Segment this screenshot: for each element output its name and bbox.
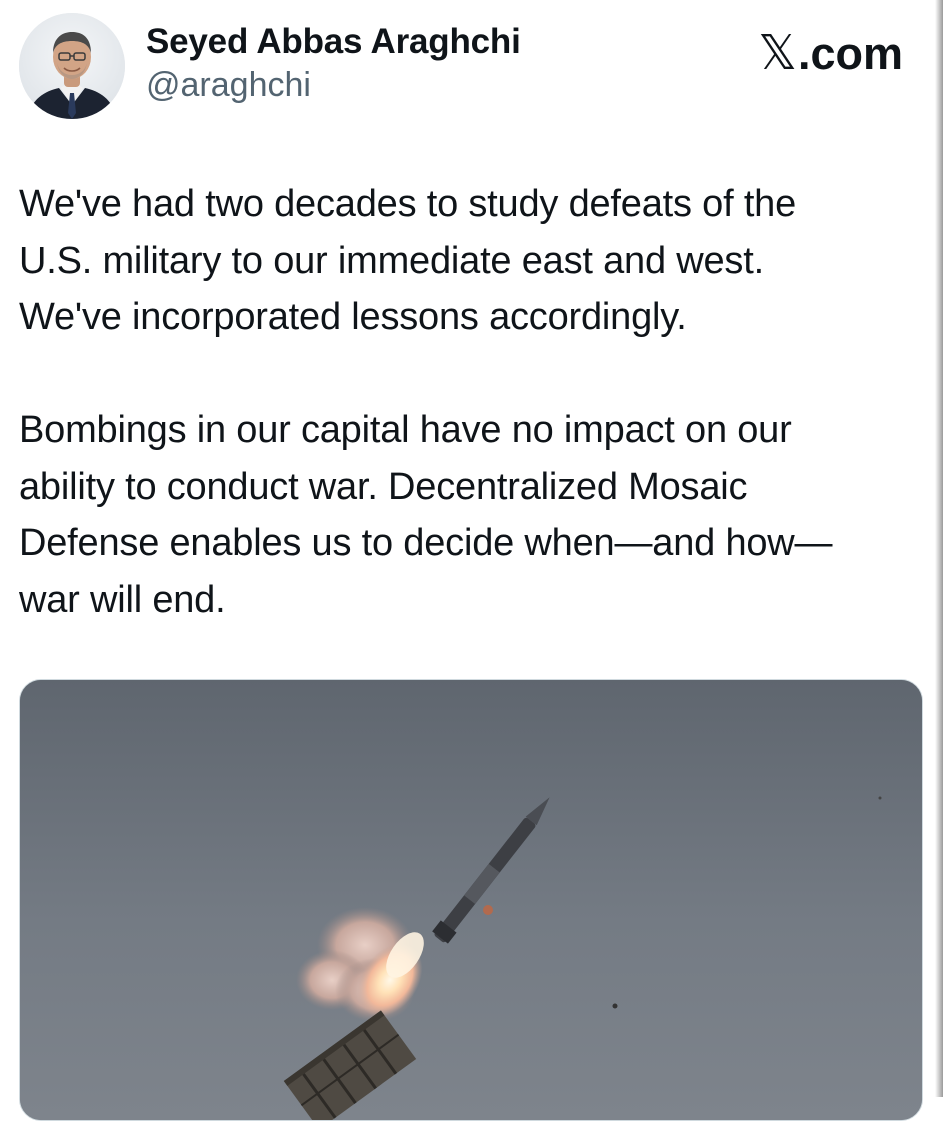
x-com-brand: 𝕏 .com	[758, 28, 903, 80]
author-handle[interactable]: @araghchi	[146, 66, 311, 105]
tweet-line: Bombings in our capital have no impact o…	[19, 409, 792, 451]
tweet-paragraph: We've had two decades to study defeats o…	[19, 176, 919, 346]
author-avatar[interactable]	[19, 13, 125, 119]
tweet-paragraph: Bombings in our capital have no impact o…	[19, 402, 919, 628]
tweet-header: Seyed Abbas Araghchi @araghchi 𝕏 .com	[0, 0, 943, 140]
x-logo-icon: 𝕏	[758, 27, 797, 80]
tweet-body: We've had two decades to study defeats o…	[19, 176, 919, 628]
tweet-line: Defense enables us to decide when—and ho…	[19, 522, 833, 564]
tweet-line: We've incorporated lessons accordingly.	[19, 296, 687, 338]
missile-launch-photo	[20, 680, 922, 1120]
avatar-photo-icon	[19, 13, 125, 119]
tweet-media-photo[interactable]	[19, 679, 923, 1121]
brand-domain-label: .com	[797, 28, 903, 79]
tweet-line: war will end.	[19, 578, 226, 621]
screen-edge-shadow	[935, 0, 943, 1097]
tweet-line: U.S. military to our immediate east and …	[19, 239, 764, 282]
tweet-line: We've had two decades to study defeats o…	[19, 183, 797, 225]
tweet-line: ability to conduct war. Decentralized Mo…	[19, 465, 748, 508]
author-display-name[interactable]: Seyed Abbas Araghchi	[146, 22, 521, 62]
